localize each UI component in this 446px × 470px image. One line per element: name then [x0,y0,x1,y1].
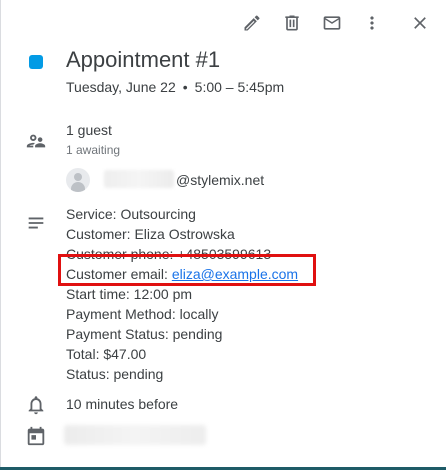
desc-customer: Customer: Eliza Ostrowska [66,226,235,242]
calendar-icon [25,425,47,447]
more-options-button[interactable] [359,10,385,36]
separator-dot: • [182,79,188,95]
desc-status: Status: pending [66,366,164,382]
email-guests-button[interactable] [319,10,345,36]
redacted-guest-name [104,170,174,188]
desc-start-time: Start time: 12:00 pm [66,286,193,302]
highlight-box [58,254,316,286]
mail-icon [323,16,341,30]
event-color-chip [29,55,43,69]
guest-email[interactable]: @stylemix.net [176,172,264,188]
desc-payment-status: Payment Status: pending [66,326,223,342]
reminder-text: 10 minutes before [66,396,179,412]
edit-button[interactable] [239,10,265,36]
event-title: Appointment #1 [66,47,221,72]
guests-icon [25,130,47,152]
guest-count: 1 guest [66,122,112,138]
card-left-border [0,0,1,470]
redacted-calendar-name [64,425,206,445]
avatar [66,168,90,192]
bell-icon [25,394,47,416]
event-datetime: Tuesday, June 22 • 5:00 – 5:45pm [66,79,284,95]
event-description: Service: Outsourcing Customer: Eliza Ost… [66,204,298,384]
more-vert-icon [370,16,374,30]
close-button[interactable] [407,10,433,36]
event-details-card: Appointment #1 Tuesday, June 22 • 5:00 – 5… [0,0,446,470]
event-time: 5:00 – 5:45pm [194,79,285,95]
event-date: Tuesday, June 22 [66,79,176,95]
desc-service: Service: Outsourcing [66,206,196,222]
guest-awaiting: 1 awaiting [66,143,121,157]
close-icon [414,17,426,29]
trash-icon [285,15,299,31]
pencil-icon [244,15,260,31]
desc-payment-method: Payment Method: locally [66,306,219,322]
desc-total: Total: $47.00 [66,346,147,362]
delete-button[interactable] [279,10,305,36]
description-icon [25,212,47,234]
